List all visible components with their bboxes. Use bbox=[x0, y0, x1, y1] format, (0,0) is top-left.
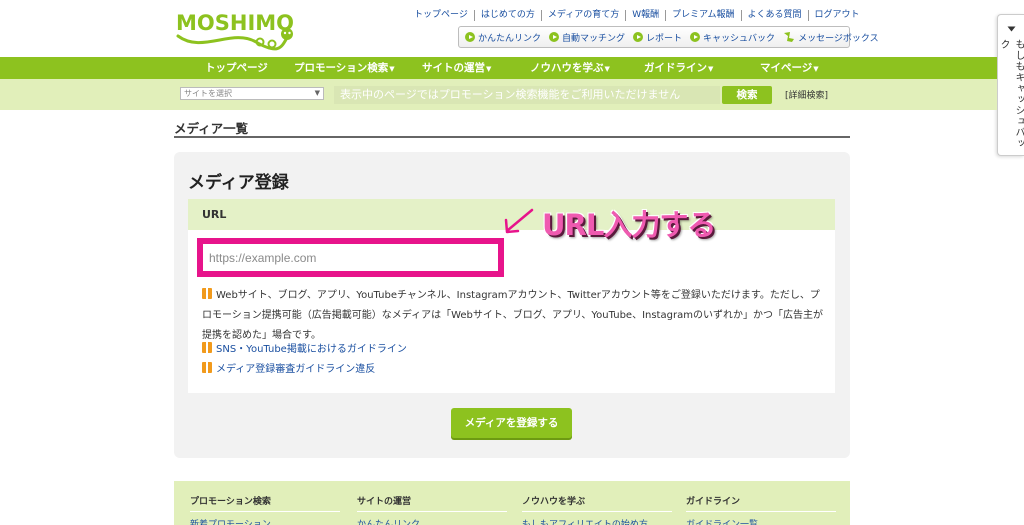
annotation-text: URL入力する bbox=[542, 208, 716, 242]
title-divider bbox=[174, 136, 850, 138]
top-link-premium-reward[interactable]: プレミアム報酬 bbox=[666, 9, 742, 21]
quick-link-auto-matching[interactable]: 自動マッチング bbox=[549, 31, 625, 44]
moshimo-logo[interactable]: MOSHIMO bbox=[172, 6, 302, 52]
quick-link-message-box[interactable]: メッセージボックス bbox=[783, 31, 879, 44]
global-nav: トップページ プロモーション検索▼ サイトの運営▼ ノウハウを学ぶ▼ ガイドライ… bbox=[0, 57, 997, 79]
footer-link[interactable]: かんたんリンク bbox=[357, 517, 507, 525]
footer-col-guideline: ガイドライン ガイドライン一覧 bbox=[686, 494, 836, 525]
card-title: メディア登録 bbox=[188, 173, 289, 193]
caret-down-icon: ▼ bbox=[813, 65, 819, 73]
quick-links-box: かんたんリンク 自動マッチング レポート キャッシュバック メッセージボックス bbox=[458, 26, 879, 48]
search-button[interactable]: 検索 bbox=[722, 86, 772, 104]
register-media-button[interactable]: メディアを登録する bbox=[451, 408, 572, 438]
top-link-media-growth[interactable]: メディアの育て方 bbox=[542, 9, 627, 21]
nav-site-operation[interactable]: サイトの運営▼ bbox=[422, 57, 491, 79]
book-icon bbox=[202, 362, 212, 373]
play-icon bbox=[690, 32, 701, 42]
footer-link[interactable]: ガイドライン一覧 bbox=[686, 517, 836, 525]
top-link-top[interactable]: トップページ bbox=[408, 9, 475, 21]
detail-search-link[interactable]: [詳細検索] bbox=[785, 88, 828, 101]
play-icon bbox=[465, 32, 475, 42]
footer-link[interactable]: もしもアフィリエイトの始め方 bbox=[522, 517, 672, 525]
top-link-w-reward[interactable]: W報酬 bbox=[626, 9, 667, 21]
nav-mypage[interactable]: マイページ▼ bbox=[760, 57, 819, 79]
message-box-icon bbox=[784, 32, 795, 42]
footer-link[interactable]: 新着プロモーション bbox=[190, 517, 340, 525]
sns-guideline-link[interactable]: SNS・YouTube掲載におけるガイドライン bbox=[202, 340, 407, 355]
footer-col-promotion: プロモーション検索 新着プロモーション bbox=[190, 494, 340, 525]
triangle-down-icon bbox=[1007, 26, 1015, 32]
caret-down-icon: ▼ bbox=[389, 65, 395, 73]
top-links: トップページ はじめての方 メディアの育て方 W報酬 プレミアム報酬 よくある質… bbox=[408, 8, 866, 22]
review-guideline-link[interactable]: メディア登録審査ガイドライン違反 bbox=[202, 360, 375, 375]
search-input[interactable]: 表示中のページではプロモーション検索機能をご利用いただけません bbox=[334, 86, 720, 104]
caret-down-icon: ▼ bbox=[708, 65, 714, 73]
footer-col-knowhow: ノウハウを学ぶ もしもアフィリエイトの始め方 bbox=[522, 494, 672, 525]
nav-top[interactable]: トップページ bbox=[205, 57, 268, 79]
top-link-faq[interactable]: よくある質問 bbox=[742, 9, 809, 21]
cashback-side-tab[interactable]: もしもキャッシュバック bbox=[997, 14, 1024, 156]
media-note-text: Webサイト、ブログ、アプリ、YouTubeチャンネル、Instagramアカウ… bbox=[202, 290, 823, 341]
top-link-beginner[interactable]: はじめての方 bbox=[475, 9, 542, 21]
url-input[interactable] bbox=[203, 244, 498, 271]
logo-text: MOSHIMO bbox=[176, 11, 294, 35]
caret-down-icon: ▼ bbox=[486, 65, 492, 73]
quick-link-report[interactable]: レポート bbox=[633, 31, 682, 44]
quick-link-cashback[interactable]: キャッシュバック bbox=[690, 31, 775, 44]
annotation-arrow-icon bbox=[504, 208, 534, 234]
media-note: Webサイト、ブログ、アプリ、YouTubeチャンネル、Instagramアカウ… bbox=[202, 286, 828, 346]
play-icon bbox=[633, 32, 644, 42]
chevron-down-icon: ▼ bbox=[314, 89, 320, 97]
play-icon bbox=[549, 32, 560, 42]
nav-promotion-search[interactable]: プロモーション検索▼ bbox=[294, 57, 395, 79]
site-select[interactable]: サイトを選択 ▼ bbox=[180, 87, 324, 100]
nav-guidelines[interactable]: ガイドライン▼ bbox=[644, 57, 713, 79]
page-title: メディア一覧 bbox=[174, 121, 249, 136]
top-link-logout[interactable]: ログアウト bbox=[809, 10, 866, 21]
nav-knowhow[interactable]: ノウハウを学ぶ▼ bbox=[530, 57, 610, 79]
quick-link-easy-link[interactable]: かんたんリンク bbox=[465, 31, 541, 44]
footer-col-site: サイトの運営 かんたんリンク bbox=[357, 494, 507, 525]
book-icon bbox=[202, 288, 212, 299]
caret-down-icon: ▼ bbox=[604, 65, 610, 73]
side-tab-label: もしもキャッシュバック bbox=[998, 39, 1024, 149]
book-icon bbox=[202, 342, 212, 353]
